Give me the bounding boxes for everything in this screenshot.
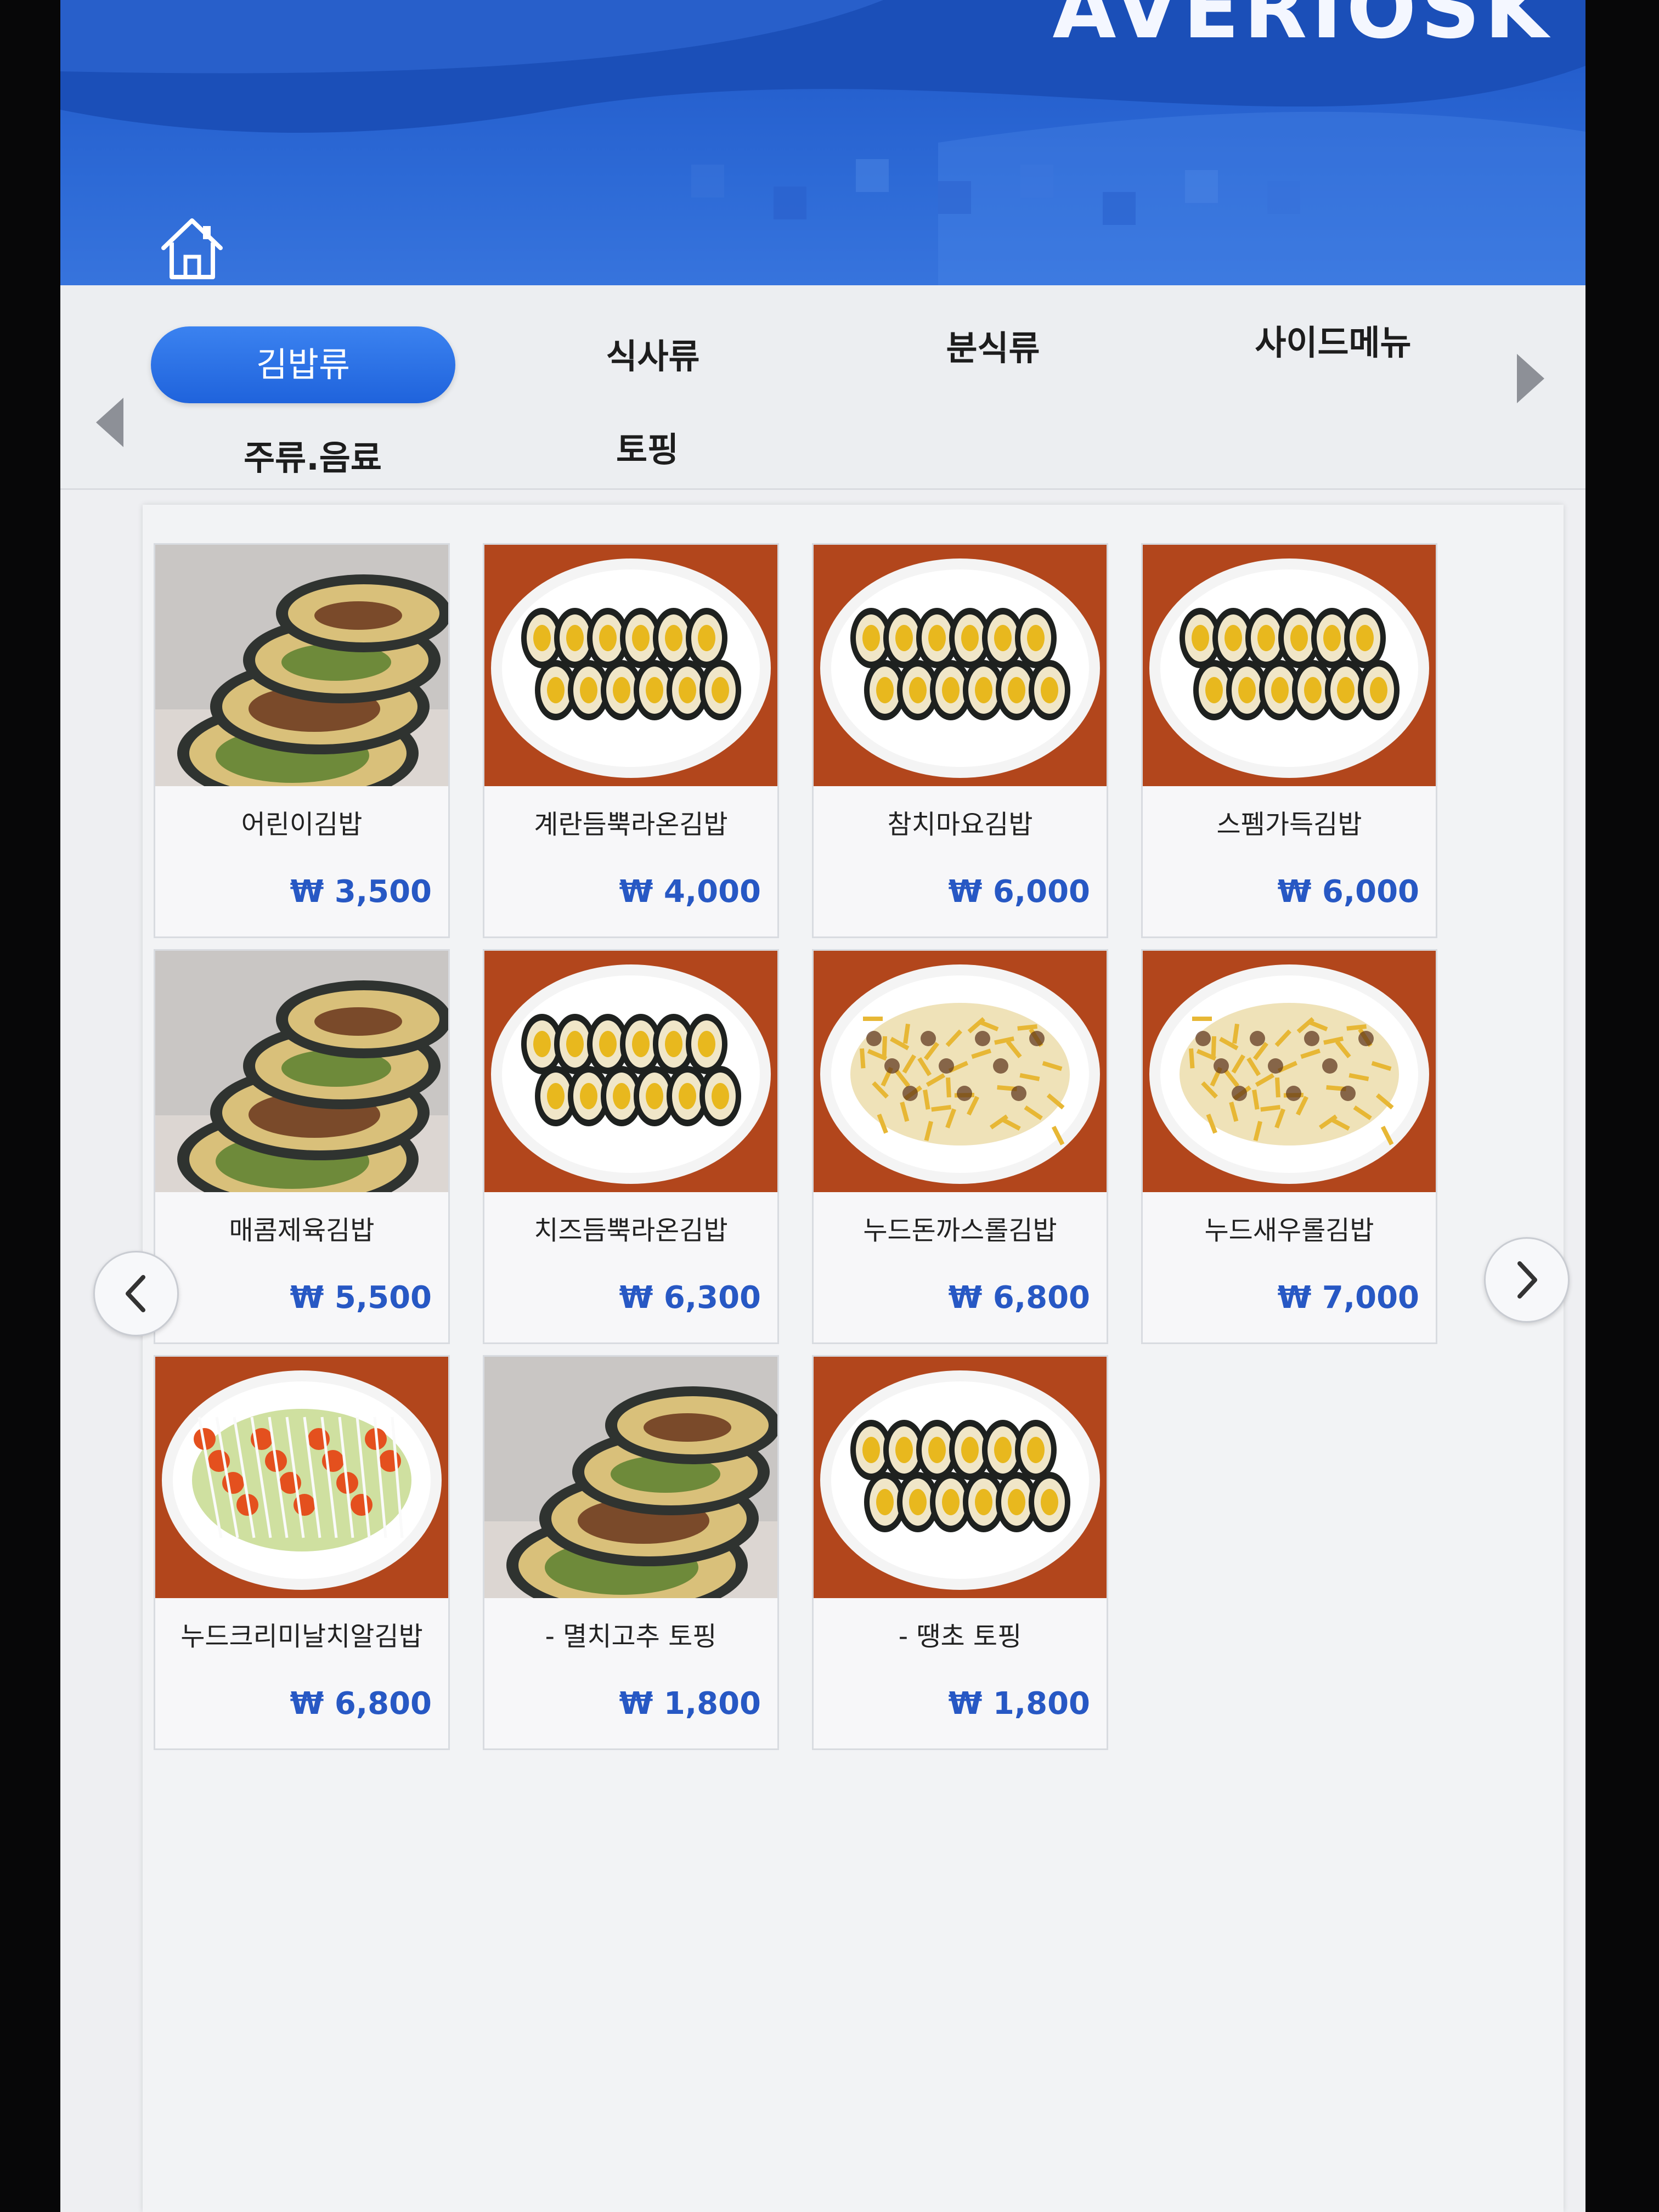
- menu-item-nude-tonkatsu-roll[interactable]: 누드돈까스롤김밥 ₩ 6,800: [812, 949, 1108, 1344]
- menu-item-spicy-pork-gimbap[interactable]: 매콤제육김밥 ₩ 5,500: [154, 949, 450, 1344]
- menu-item-photo: [1143, 545, 1436, 786]
- page-next-button[interactable]: [1484, 1237, 1570, 1323]
- header-banner: AVERIOSK: [60, 0, 1585, 329]
- triangle-right-icon: [1517, 354, 1544, 403]
- tab-side-menu[interactable]: 사이드메뉴: [1196, 304, 1470, 381]
- menu-item-nude-creamy-roe-gimbap[interactable]: 누드크리미날치알김밥 ₩ 6,800: [154, 1355, 450, 1750]
- menu-item-name: 계란듬뿍라온김밥: [534, 809, 728, 840]
- tab-drinks[interactable]: 주류.음료: [198, 420, 428, 496]
- tab-meals[interactable]: 식사류: [532, 318, 774, 395]
- tab-gimbap[interactable]: 김밥류: [151, 326, 455, 403]
- menu-item-photo: [484, 545, 777, 786]
- chevron-left-icon: [126, 1275, 145, 1312]
- home-button[interactable]: [158, 214, 227, 283]
- menu-item-photo: [484, 1357, 777, 1598]
- tab-prev-button[interactable]: [93, 395, 126, 450]
- menu-item-name: 치즈듬뿍라온김밥: [534, 1215, 728, 1246]
- menu-item-name: 스펨가득김밥: [1216, 809, 1362, 840]
- menu-item-photo: [814, 1357, 1107, 1598]
- menu-item-name: 어린이김밥: [241, 809, 363, 840]
- menu-item-cheese-laon-gimbap[interactable]: 치즈듬뿍라온김밥 ₩ 6,300: [483, 949, 779, 1344]
- menu-item-price: ₩ 3,500: [290, 874, 432, 910]
- menu-item-price: ₩ 6,300: [619, 1280, 761, 1316]
- menu-item-photo: [155, 1357, 448, 1598]
- menu-item-hot-pepper-topping[interactable]: - 땡초 토핑 ₩ 1,800: [812, 1355, 1108, 1750]
- tab-next-button[interactable]: [1514, 351, 1547, 406]
- menu-item-name: 누드크리미날치알김밥: [180, 1621, 423, 1652]
- menu-item-name: - 멸치고추 토핑: [545, 1621, 717, 1652]
- menu-item-anchovy-pepper-topping[interactable]: - 멸치고추 토핑 ₩ 1,800: [483, 1355, 779, 1750]
- triangle-left-icon: [96, 398, 123, 447]
- menu-item-tuna-mayo-gimbap[interactable]: 참치마요김밥 ₩ 6,000: [812, 543, 1108, 938]
- tab-toppings[interactable]: 토핑: [576, 411, 719, 488]
- menu-item-price: ₩ 1,800: [948, 1686, 1090, 1722]
- menu-item-photo: [155, 951, 448, 1192]
- menu-item-price: ₩ 6,800: [948, 1280, 1090, 1316]
- home-icon: [161, 218, 223, 279]
- menu-item-photo: [1143, 951, 1436, 1192]
- menu-item-nude-shrimp-roll[interactable]: 누드새우롤김밥 ₩ 7,000: [1141, 949, 1437, 1344]
- tab-snacks[interactable]: 분식류: [878, 310, 1108, 387]
- menu-item-price: ₩ 7,000: [1277, 1280, 1419, 1316]
- menu-item-name: 참치마요김밥: [887, 809, 1033, 840]
- menu-item-photo: [814, 545, 1107, 786]
- menu-item-name: 누드돈까스롤김밥: [863, 1215, 1057, 1246]
- menu-item-price: ₩ 6,000: [1277, 874, 1419, 910]
- menu-item-price: ₩ 5,500: [290, 1280, 432, 1316]
- menu-item-price: ₩ 4,000: [619, 874, 761, 910]
- brand-logo-text: AVERIOSK: [1052, 0, 1553, 57]
- menu-item-spam-gimbap[interactable]: 스펨가득김밥 ₩ 6,000: [1141, 543, 1437, 938]
- menu-item-photo: [814, 951, 1107, 1192]
- page-prev-button[interactable]: [93, 1251, 179, 1336]
- menu-item-name: 누드새우롤김밥: [1204, 1215, 1374, 1246]
- menu-item-price: ₩ 6,000: [948, 874, 1090, 910]
- menu-item-photo: [484, 951, 777, 1192]
- menu-item-name: - 땡초 토핑: [898, 1621, 1022, 1652]
- category-tab-bar: 김밥류 식사류 분식류 사이드메뉴 주류.음료 토핑: [60, 285, 1585, 490]
- kiosk-screen: AVERIOSK 김밥류 식사류 분식류 사이드메뉴 주류.음료 토핑 어린이김…: [60, 0, 1585, 2212]
- menu-grid: 어린이김밥 ₩ 3,500 계란듬뿍라온김밥 ₩ 4,000 참치마요김밥 ₩ 6,000…: [143, 505, 1564, 2212]
- menu-item-photo: [155, 545, 448, 786]
- menu-item-egg-laon-gimbap[interactable]: 계란듬뿍라온김밥 ₩ 4,000: [483, 543, 779, 938]
- menu-item-price: ₩ 1,800: [619, 1686, 761, 1722]
- menu-item-price: ₩ 6,800: [290, 1686, 432, 1722]
- menu-item-name: 매콤제육김밥: [229, 1215, 375, 1246]
- chevron-right-icon: [1517, 1261, 1537, 1299]
- menu-item-kids-gimbap[interactable]: 어린이김밥 ₩ 3,500: [154, 543, 450, 938]
